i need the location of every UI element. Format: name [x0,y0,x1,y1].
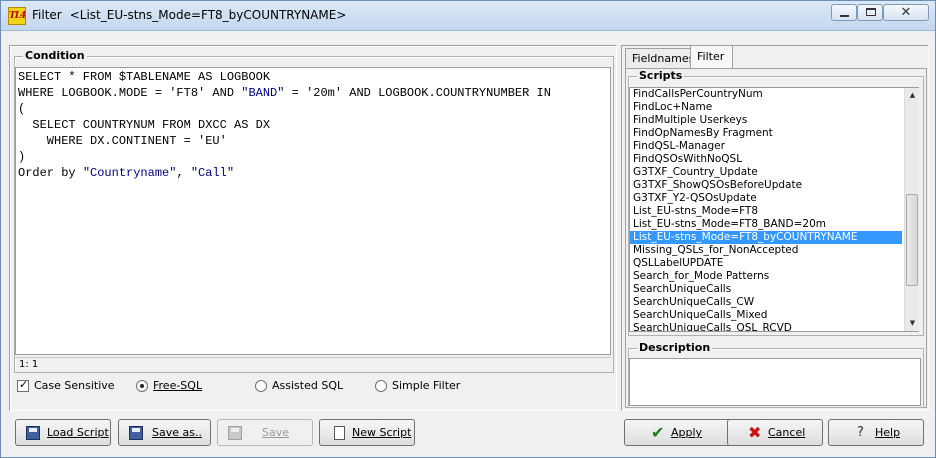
script-item-selected[interactable]: List_EU-stns_Mode=FT8_byCOUNTRYNAME [630,231,902,244]
script-item[interactable]: FindOpNamesBy Fragment [630,127,902,140]
scrollbar-thumb[interactable] [906,194,918,286]
script-item[interactable]: SearchUniqueCalls [630,283,902,296]
close-icon: ✕ [900,5,912,20]
scripts-list-items: FindCallsPerCountryNum FindLoc+Name FindMu… [630,88,902,331]
sql-line: ( [18,101,608,117]
condition-caption: Condition [23,49,87,62]
free-sql-radio[interactable] [136,380,148,392]
title-bar[interactable]: TL4 Filter <List_EU-stns_Mode=FT8_byCOUNT… [1,1,935,31]
apply-label: Apply [671,426,703,439]
tab-filter[interactable]: Filter [690,45,733,69]
sql-line: SELECT COUNTRYNUM FROM DXCC AS DX [18,117,608,133]
simple-filter-label[interactable]: Simple Filter [392,379,460,392]
window-title: Filter <List_EU-stns_Mode=FT8_byCOUNTRYNA… [32,8,346,22]
case-sensitive-label[interactable]: Case Sensitive [34,379,115,392]
script-item[interactable]: SearchUniqueCalls_Mixed [630,309,902,322]
cancel-button[interactable]: ✖ Cancel [727,419,823,446]
sql-line: ) [18,149,608,165]
description-caption: Description [637,341,713,354]
scripts-caption: Scripts [637,69,685,82]
filter-dialog: TL4 Filter <List_EU-stns_Mode=FT8_byCOUNT… [0,0,936,458]
script-item[interactable]: FindQSL-Manager [630,140,902,153]
editor-cursor-position: 1: 1 [15,357,611,371]
script-item[interactable]: Missing_QSLs_for_NonAccepted [630,244,902,257]
apply-button[interactable]: ✔ Apply [624,419,736,446]
floppy-disk-icon [129,426,143,440]
script-item[interactable]: Search_for_Mode Patterns [630,270,902,283]
sql-text: SELECT COUNTRYNUM FROM DXCC AS DX [18,118,271,132]
save-label: Save [262,426,290,439]
assisted-sql-label[interactable]: Assisted SQL [272,379,343,392]
cancel-label: Cancel [768,426,806,439]
script-item[interactable]: FindMultiple Userkeys [630,114,902,127]
sql-line: Order by "Countryname", "Call" [18,165,608,181]
script-item[interactable]: G3TXF_Country_Update [630,166,902,179]
maximize-icon [866,8,876,16]
sql-text: ( [18,102,26,116]
save-as-button[interactable]: Save as.. [118,419,211,446]
new-script-label: New Script [352,426,412,439]
checkmark-icon: ✔ [651,423,665,442]
window-title-prefix: Filter [32,8,62,22]
sql-text: WHERE DX.CONTINENT = 'EU' [18,134,227,148]
script-item[interactable]: FindLoc+Name [630,101,902,114]
radio-selected-dot [140,384,144,388]
sql-string-literal: "BAND" [241,86,285,100]
sql-editor[interactable]: SELECT * FROM $TABLENAME AS LOGBOOK WHERE… [15,67,611,355]
script-item[interactable]: List_EU-stns_Mode=FT8 [630,205,902,218]
cancel-x-icon: ✖ [748,423,762,442]
sql-line: WHERE LOGBOOK.MODE = 'FT8' AND "BAND" = … [18,85,608,101]
sql-text: Order by [18,166,83,180]
minimize-icon [840,15,849,17]
close-button[interactable]: ✕ [883,4,929,21]
sql-text: WHERE LOGBOOK.MODE = 'FT8' AND [18,86,242,100]
load-script-label: Load Script [47,426,109,439]
script-item[interactable]: FindCallsPerCountryNum [630,88,902,101]
new-script-button[interactable]: New Script [319,419,415,446]
window-title-detail: <List_EU-stns_Mode=FT8_byCOUNTRYNAME> [69,8,347,22]
script-item[interactable]: SearchUniqueCalls_QSL_RCVD [630,322,902,331]
script-item[interactable]: SearchUniqueCalls_CW [630,296,902,309]
script-item[interactable]: QSLLabelUPDATE [630,257,902,270]
description-text[interactable] [629,358,921,406]
floppy-disk-icon [228,426,242,440]
scroll-down-icon[interactable]: ▼ [905,316,920,331]
new-document-icon [334,426,345,440]
sql-line: WHERE DX.CONTINENT = 'EU' [18,133,608,149]
app-logo-icon: TL4 [8,7,26,25]
tab-fieldnames[interactable]: Fieldnames [625,48,694,68]
assisted-sql-radio[interactable] [255,380,267,392]
sql-string-literal: "Countryname" [82,166,177,180]
sql-text: ) [18,150,26,164]
help-icon: ? [857,425,864,440]
sql-text: = '20m' AND LOGBOOK.COUNTRYNUMBER IN [284,86,551,100]
scroll-up-icon[interactable]: ▲ [905,88,920,103]
load-script-button[interactable]: Load Script [15,419,111,446]
help-label: Help [875,426,901,439]
sql-text: SELECT * FROM $TABLENAME AS LOGBOOK [18,70,271,84]
sql-line: SELECT * FROM $TABLENAME AS LOGBOOK [18,69,608,85]
save-button[interactable]: Save [217,419,313,446]
case-sensitive-checkbox[interactable]: ✓ [17,378,29,392]
save-as-label: Save as.. [152,426,202,439]
sql-text: , [176,166,191,180]
scripts-scrollbar[interactable]: ▲ ▼ [904,88,919,331]
floppy-disk-icon [26,426,40,440]
free-sql-label[interactable]: Free-SQL [153,379,202,392]
maximize-button[interactable] [857,4,883,21]
script-item[interactable]: G3TXF_ShowQSOsBeforeUpdate [630,179,902,192]
help-button[interactable]: ? Help [828,419,924,446]
checkmark-icon: ✓ [19,378,29,391]
script-item[interactable]: FindQSOsWithNoQSL [630,153,902,166]
scripts-list[interactable]: FindCallsPerCountryNum FindLoc+Name FindMu… [629,87,919,332]
script-item[interactable]: List_EU-stns_Mode=FT8_BAND=20m [630,218,902,231]
minimize-button[interactable] [831,4,857,21]
sql-string-literal: "Call" [190,166,235,180]
script-item[interactable]: G3TXF_Y2-QSOsUpdate [630,192,902,205]
simple-filter-radio[interactable] [375,380,387,392]
